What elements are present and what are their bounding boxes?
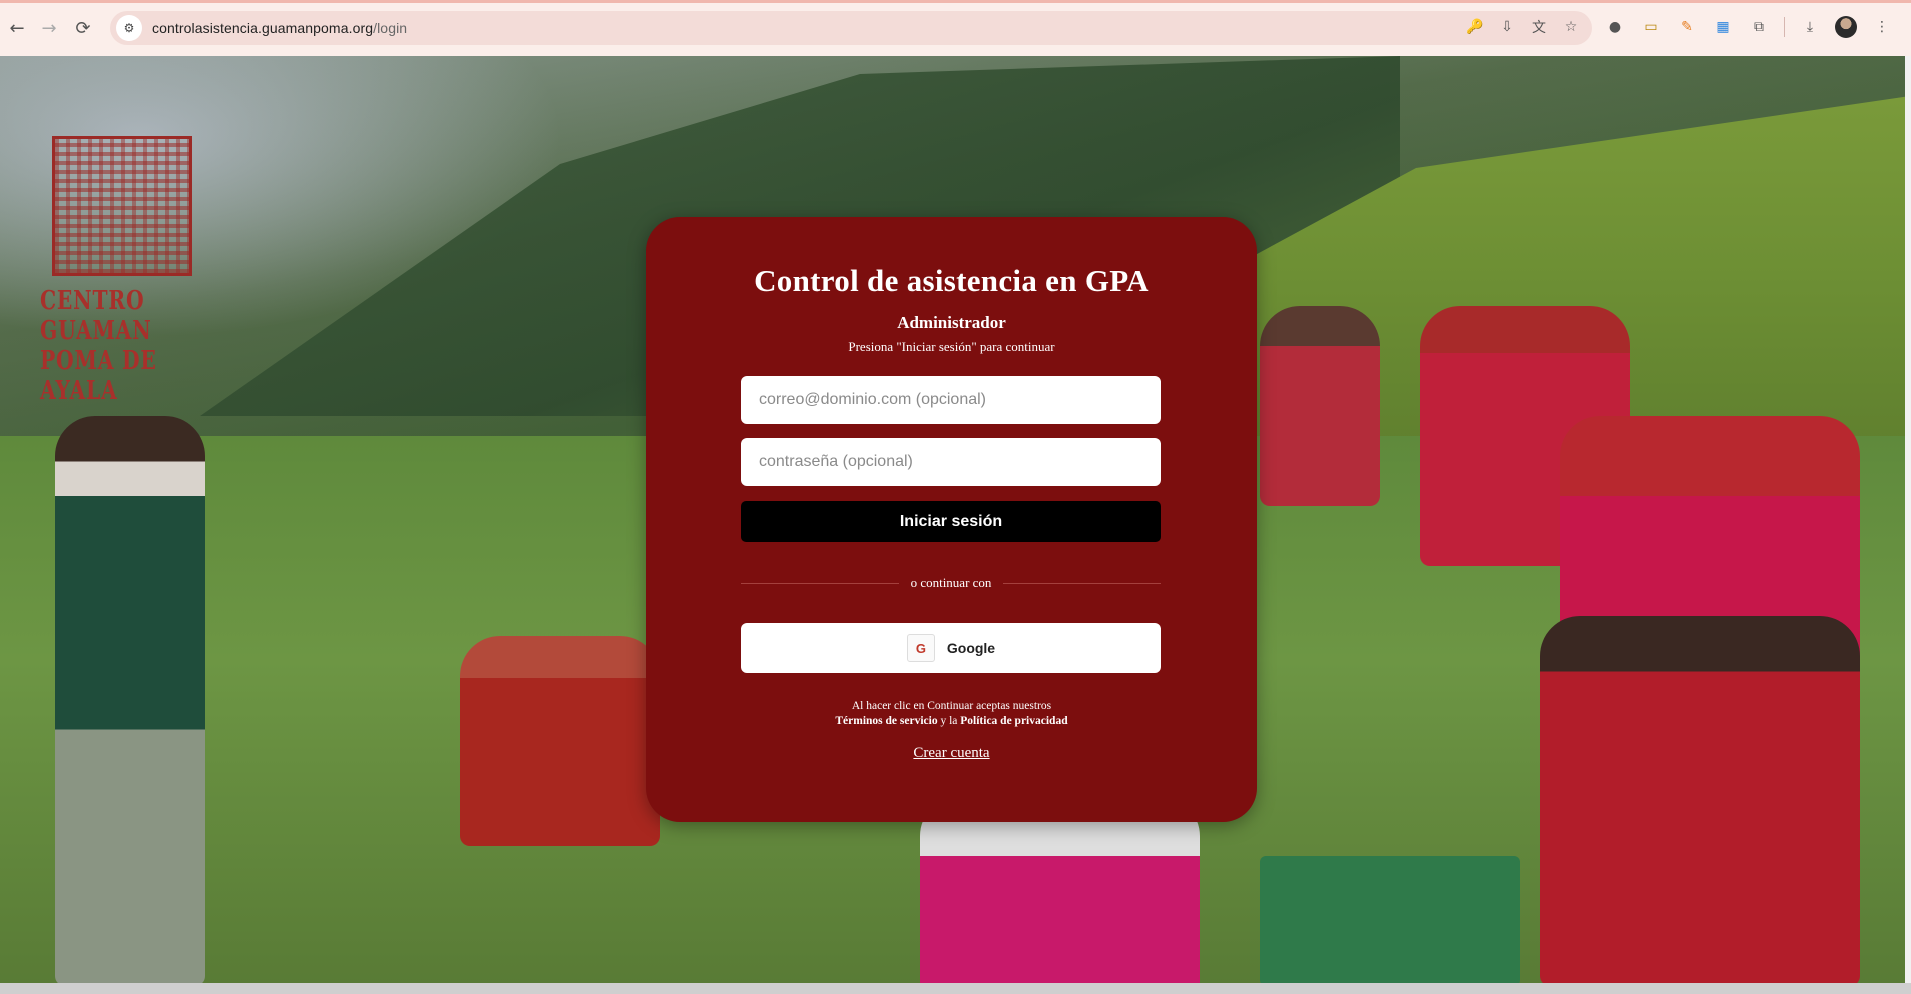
extension-4-icon[interactable]: ▦ (1712, 16, 1734, 38)
privacy-link[interactable]: Política de privacidad (960, 715, 1067, 727)
extensions-area: ● ▭ ✎ ▦ ⧉ ⤓ ⋮ (1604, 16, 1893, 38)
extension-3-icon[interactable]: ✎ (1676, 16, 1698, 38)
forward-icon[interactable]: → (36, 15, 62, 41)
menu-icon[interactable]: ⋮ (1871, 16, 1893, 38)
install-app-icon[interactable]: ⇩ (1496, 16, 1518, 38)
url-host: controlasistencia.guamanpoma.org (152, 20, 374, 36)
extension-1-icon[interactable]: ● (1604, 16, 1626, 38)
extension-2-icon[interactable]: ▭ (1640, 16, 1662, 38)
background-person-seated-6 (920, 796, 1200, 983)
profile-avatar[interactable] (1835, 16, 1857, 38)
omnibox-actions: 🔑 ⇩ 文 ☆ (1464, 16, 1582, 38)
legal-and: y la (937, 715, 961, 727)
terms-link[interactable]: Términos de servicio (835, 715, 937, 727)
background-person-seated-5 (1540, 616, 1860, 983)
window-bottom-edge (0, 983, 1911, 994)
legal-line2: Términos de servicio y la Política de pr… (646, 714, 1257, 729)
translate-icon[interactable]: 文 (1528, 16, 1550, 38)
background-person-seated-1 (460, 636, 660, 846)
url-path: /login (373, 20, 408, 36)
divider-line-right (1003, 582, 1161, 584)
sign-in-button[interactable]: Iniciar sesión (741, 501, 1161, 542)
password-field[interactable] (741, 438, 1161, 486)
logo: Centro Guaman Poma de Ayala (40, 136, 200, 406)
back-icon[interactable]: ← (4, 15, 30, 41)
login-role: Administrador (897, 313, 1006, 332)
divider-line-left (741, 582, 899, 584)
logo-text: Centro Guaman Poma de Ayala (40, 286, 173, 406)
google-icon: G (906, 634, 935, 662)
password-key-icon[interactable]: 🔑 (1464, 16, 1486, 38)
create-account-link[interactable]: Crear cuenta (646, 745, 1257, 762)
email-field[interactable] (741, 376, 1161, 424)
logo-text-line1: Centro Guaman (40, 286, 152, 346)
legal-line1: Al hacer clic en Continuar aceptas nuest… (851, 700, 1052, 712)
login-card: Control de asistencia en GPA Administrad… (646, 217, 1257, 822)
extensions-puzzle-icon[interactable]: ⧉ (1748, 16, 1770, 38)
background-person-left (55, 416, 205, 983)
downloads-icon[interactable]: ⤓ (1799, 16, 1821, 38)
bookmark-star-icon[interactable]: ☆ (1560, 16, 1582, 38)
background-person-seated-2 (1260, 306, 1380, 506)
site-info-icon[interactable]: ⚙ (116, 15, 142, 41)
address-bar[interactable]: ⚙ controlasistencia.guamanpoma.org/login… (110, 11, 1592, 45)
toolbar-separator (1784, 17, 1785, 37)
login-title: Control de asistencia en GPA (754, 263, 1149, 298)
divider-text: o continuar con (910, 575, 992, 590)
background-crate (1260, 856, 1520, 983)
logo-text-line2: Poma de Ayala (40, 346, 157, 406)
legal-notice: Al hacer clic en Continuar aceptas nuest… (646, 699, 1257, 729)
page-background: Centro Guaman Poma de Ayala Control de a… (0, 56, 1905, 983)
logo-emblem (52, 136, 192, 276)
browser-toolbar: ← → ⟳ ⚙ controlasistencia.guamanpoma.org… (0, 0, 1911, 56)
page-scrollbar[interactable] (1905, 56, 1911, 983)
url-text[interactable]: controlasistencia.guamanpoma.org/login (152, 20, 407, 36)
google-sign-in-button[interactable]: G Google (741, 623, 1161, 673)
divider: o continuar con (741, 573, 1161, 593)
reload-icon[interactable]: ⟳ (70, 15, 96, 41)
google-button-label: Google (946, 640, 996, 656)
login-hint: Presiona "Iniciar sesión" para continuar (848, 339, 1055, 354)
